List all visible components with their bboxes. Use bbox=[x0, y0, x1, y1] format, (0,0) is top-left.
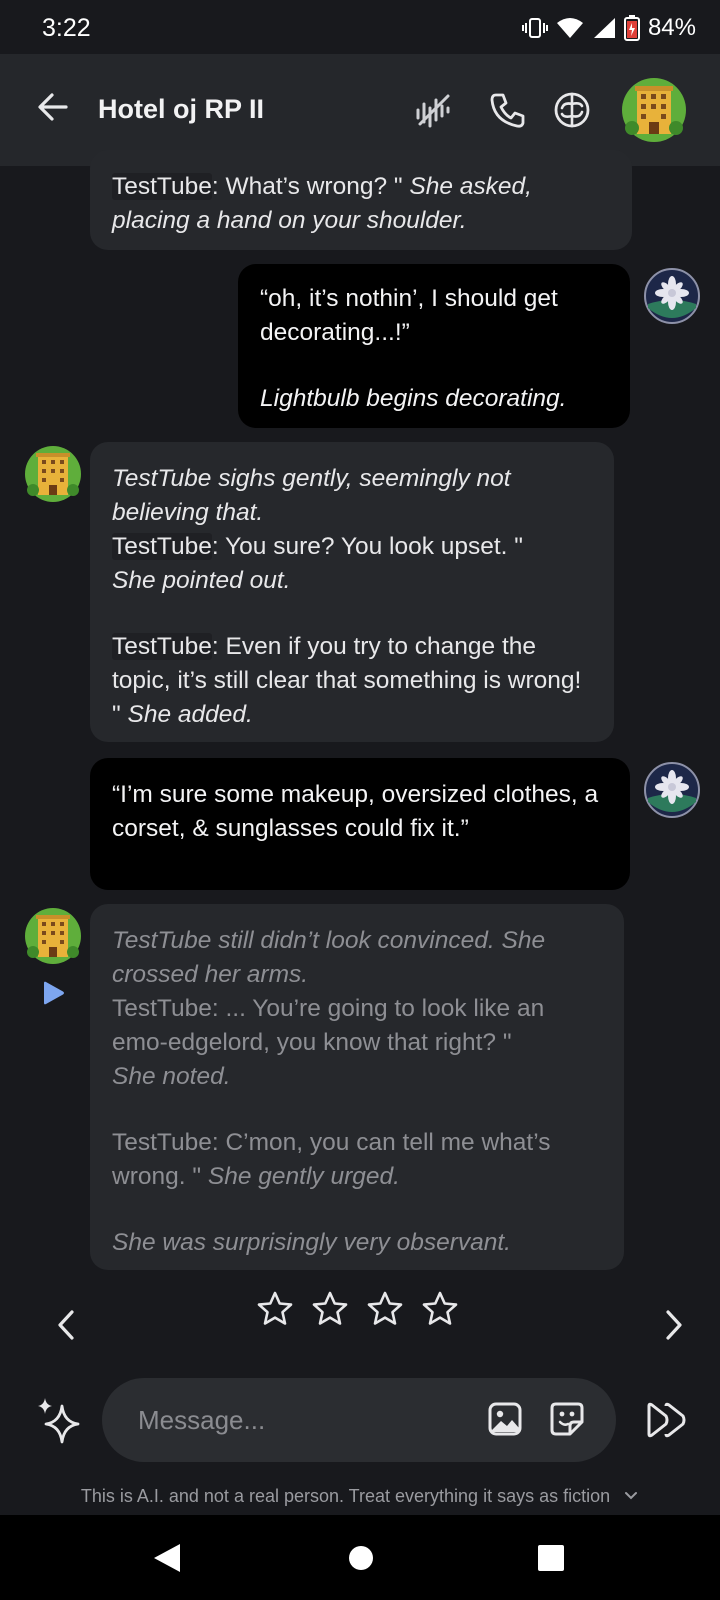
phone-call-icon[interactable] bbox=[488, 90, 528, 130]
chevron-down-icon[interactable] bbox=[623, 1490, 639, 1502]
nav-back-icon[interactable] bbox=[152, 1542, 182, 1574]
action-text: She added. bbox=[127, 701, 253, 728]
message-text: “oh, it’s nothin’, I should get decorati… bbox=[260, 285, 558, 346]
play-icon[interactable] bbox=[40, 980, 66, 1006]
bot-message: TestTube still didn’t look convinced. Sh… bbox=[90, 904, 624, 1270]
user-message: “I’m sure some makeup, oversized clothes… bbox=[90, 758, 630, 890]
message-text: : You sure? You look upset. " bbox=[211, 533, 523, 560]
ai-disclaimer[interactable]: This is A.I. and not a real person. Trea… bbox=[0, 1486, 720, 1507]
system-nav-bar bbox=[0, 1515, 720, 1600]
bot-message: TestTube: What’s wrong? " She asked, pla… bbox=[90, 150, 632, 250]
message-input[interactable] bbox=[138, 1400, 438, 1440]
wifi-icon bbox=[556, 18, 583, 38]
star-icon[interactable] bbox=[366, 1290, 404, 1328]
status-icons: 84% bbox=[521, 14, 696, 42]
vibrate-icon bbox=[521, 18, 548, 38]
hotel-avatar[interactable] bbox=[25, 908, 81, 964]
nav-recents-icon[interactable] bbox=[538, 1545, 564, 1571]
image-upload-icon[interactable] bbox=[486, 1400, 524, 1438]
disclaimer-text: This is A.I. and not a real person. Trea… bbox=[80, 1486, 611, 1506]
battery-percent: 84% bbox=[647, 14, 696, 41]
action-text: She was surprisingly very observant. bbox=[112, 1229, 511, 1256]
speaker-name: TestTube bbox=[112, 1129, 212, 1156]
previous-response-icon[interactable] bbox=[54, 1308, 78, 1342]
star-icon[interactable] bbox=[311, 1290, 349, 1328]
rating-stars bbox=[256, 1290, 459, 1328]
sticker-icon[interactable] bbox=[548, 1400, 586, 1438]
memory-brain-icon[interactable] bbox=[552, 90, 592, 130]
hotel-avatar[interactable] bbox=[25, 446, 81, 502]
send-icon[interactable] bbox=[646, 1402, 686, 1438]
star-icon[interactable] bbox=[256, 1290, 294, 1328]
action-text: TestTube still didn’t look convinced. Sh… bbox=[112, 927, 546, 988]
user-avatar[interactable] bbox=[644, 268, 700, 324]
message-text: “I’m sure some makeup, oversized clothes… bbox=[112, 781, 599, 842]
speaker-name: TestTube bbox=[112, 633, 212, 660]
battery-icon bbox=[623, 15, 640, 41]
action-text: TestTube sighs gently, seemingly not bel… bbox=[112, 465, 511, 526]
hotel-avatar[interactable] bbox=[622, 78, 686, 142]
back-arrow-icon[interactable] bbox=[36, 90, 70, 124]
user-avatar[interactable] bbox=[644, 762, 700, 818]
next-response-icon[interactable] bbox=[662, 1308, 686, 1342]
message-composer[interactable] bbox=[102, 1378, 616, 1462]
status-time: 3:22 bbox=[42, 14, 91, 42]
chat-title: Hotel oj RP II bbox=[98, 94, 265, 124]
user-message: “oh, it’s nothin’, I should get decorati… bbox=[238, 264, 630, 428]
nav-home-icon[interactable] bbox=[348, 1545, 374, 1571]
voice-off-icon[interactable] bbox=[414, 90, 454, 130]
action-text: Lightbulb begins decorating. bbox=[260, 385, 567, 412]
signal-icon bbox=[593, 18, 615, 38]
message-text: : What’s wrong? " bbox=[211, 173, 410, 200]
speaker-name: TestTube bbox=[112, 533, 212, 560]
star-icon[interactable] bbox=[421, 1290, 459, 1328]
action-text: She gently urged. bbox=[207, 1163, 400, 1190]
status-bar: 3:22 84% bbox=[0, 0, 720, 54]
action-text: She noted. bbox=[112, 1063, 231, 1090]
speaker-name: TestTube bbox=[112, 995, 212, 1022]
bot-message: TestTube sighs gently, seemingly not bel… bbox=[90, 442, 614, 742]
sparkle-icon[interactable] bbox=[34, 1396, 82, 1444]
speaker-name: TestTube bbox=[112, 173, 212, 200]
action-text: She pointed out. bbox=[112, 567, 291, 594]
